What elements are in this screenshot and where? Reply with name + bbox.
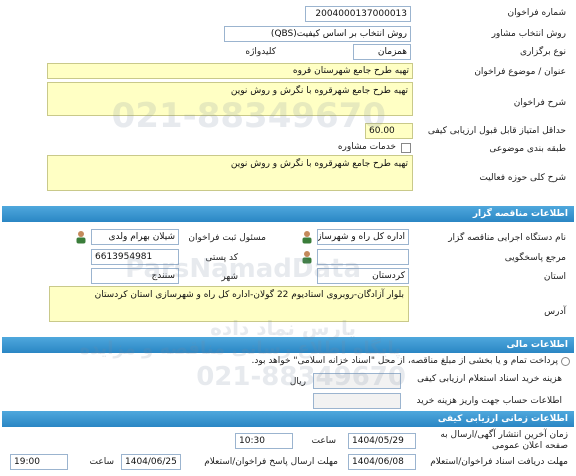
person-icon[interactable] — [300, 250, 314, 264]
account-info-field — [313, 393, 401, 409]
subject-label: عنوان / موضوع فراخوان — [474, 67, 566, 77]
org-name-label: نام دستگاه اجرایی مناقصه گزار — [448, 233, 566, 243]
doc-fee-label: هزینه خرید اسناد استعلام ارزیابی کیفی — [417, 374, 562, 384]
postal-code-field: 6613954981 — [91, 249, 179, 265]
method-field: روش انتخاب بر اساس کیفیت(QBS) — [224, 26, 411, 42]
publish-hour-field: 10:30 — [235, 433, 293, 449]
city-field: سنندج — [91, 268, 179, 284]
tender-number-label: شماره فراخوان — [507, 8, 567, 18]
docs-deadline-date-field: 1404/06/08 — [348, 454, 416, 470]
category-value: خدمات مشاوره — [337, 142, 396, 152]
subject-field: تهیه طرح جامع شهرستان قروه — [47, 63, 413, 79]
scope-area: تهیه طرح جامع شهرقروه با نگرش و روش نوین — [47, 155, 413, 191]
responsible-field: شیلان بهرام ولدی — [91, 229, 179, 245]
person-icon[interactable] — [300, 230, 314, 244]
reference-label: مرجع پاسخگویی — [504, 253, 566, 263]
address-area: بلوار آزادگان-روبروی استادیوم 22 گولان-ا… — [49, 286, 409, 322]
keyword-label: کلیدواژه — [245, 47, 276, 57]
organizer-section-header: اطلاعات مناقصه گزار — [2, 206, 574, 222]
province-field: کردستان — [317, 268, 409, 284]
account-info-label: اطلاعات حساب جهت واریز هزینه خرید — [416, 396, 562, 406]
response-deadline-date-field: 1404/06/25 — [121, 454, 181, 470]
publish-hour-label: ساعت — [311, 436, 337, 446]
reference-field — [317, 249, 409, 265]
method-label: روش انتخاب مشاور — [491, 29, 566, 39]
financial-section-header: اطلاعات مالی — [2, 337, 574, 353]
min-score-label: حداقل امتیاز قابل قبول ارزیابی کیفی — [427, 126, 566, 136]
publish-date-field: 1404/05/29 — [348, 433, 416, 449]
category-checkbox[interactable] — [401, 143, 411, 153]
category-label: طبقه بندی موضوعی — [489, 144, 566, 154]
holding-type-label: نوع برگزاری — [520, 47, 566, 57]
min-score-field: 60.00 — [365, 123, 413, 139]
org-name-field: اداره کل راه و شهرسازی استان — [317, 229, 409, 245]
description-area: تهیه طرح جامع شهرقروه با نگرش و روش نوین — [47, 82, 413, 116]
deadline-hour-field: 19:00 — [10, 454, 68, 470]
address-label: آدرس — [544, 307, 566, 317]
postal-code-label: کد پستی — [205, 253, 238, 263]
schedule-section-header: اطلاعات زمانی ارزیابی کیفی — [2, 411, 574, 427]
province-label: استان — [543, 272, 566, 282]
tender-number-field: 2004000137000013 — [305, 6, 411, 22]
person-icon[interactable] — [74, 230, 88, 244]
city-label: شهر — [221, 272, 238, 282]
currency-label: ریال — [289, 377, 306, 387]
publish-time-label: زمان آخرین انتشار آگهی/ارسال به صفحه اعل… — [440, 430, 568, 451]
docs-deadline-label: مهلت دریافت اسناد فراخوان/استعلام — [430, 457, 568, 467]
deadline-hour-label: ساعت — [89, 457, 115, 467]
doc-fee-field — [313, 373, 401, 389]
payment-note: پرداخت تمام و یا بخشی از مبلغ مناقصه، از… — [251, 356, 558, 366]
payment-radio[interactable] — [561, 357, 570, 366]
scope-label: شرح کلی حوزه فعالیت — [479, 173, 566, 183]
responsible-label: مسئول ثبت فراخوان — [188, 233, 266, 243]
holding-type-field: همزمان — [353, 44, 411, 60]
response-deadline-label: مهلت ارسال پاسخ فراخوان/استعلام — [204, 457, 338, 467]
description-label: شرح فراخوان — [513, 98, 566, 108]
